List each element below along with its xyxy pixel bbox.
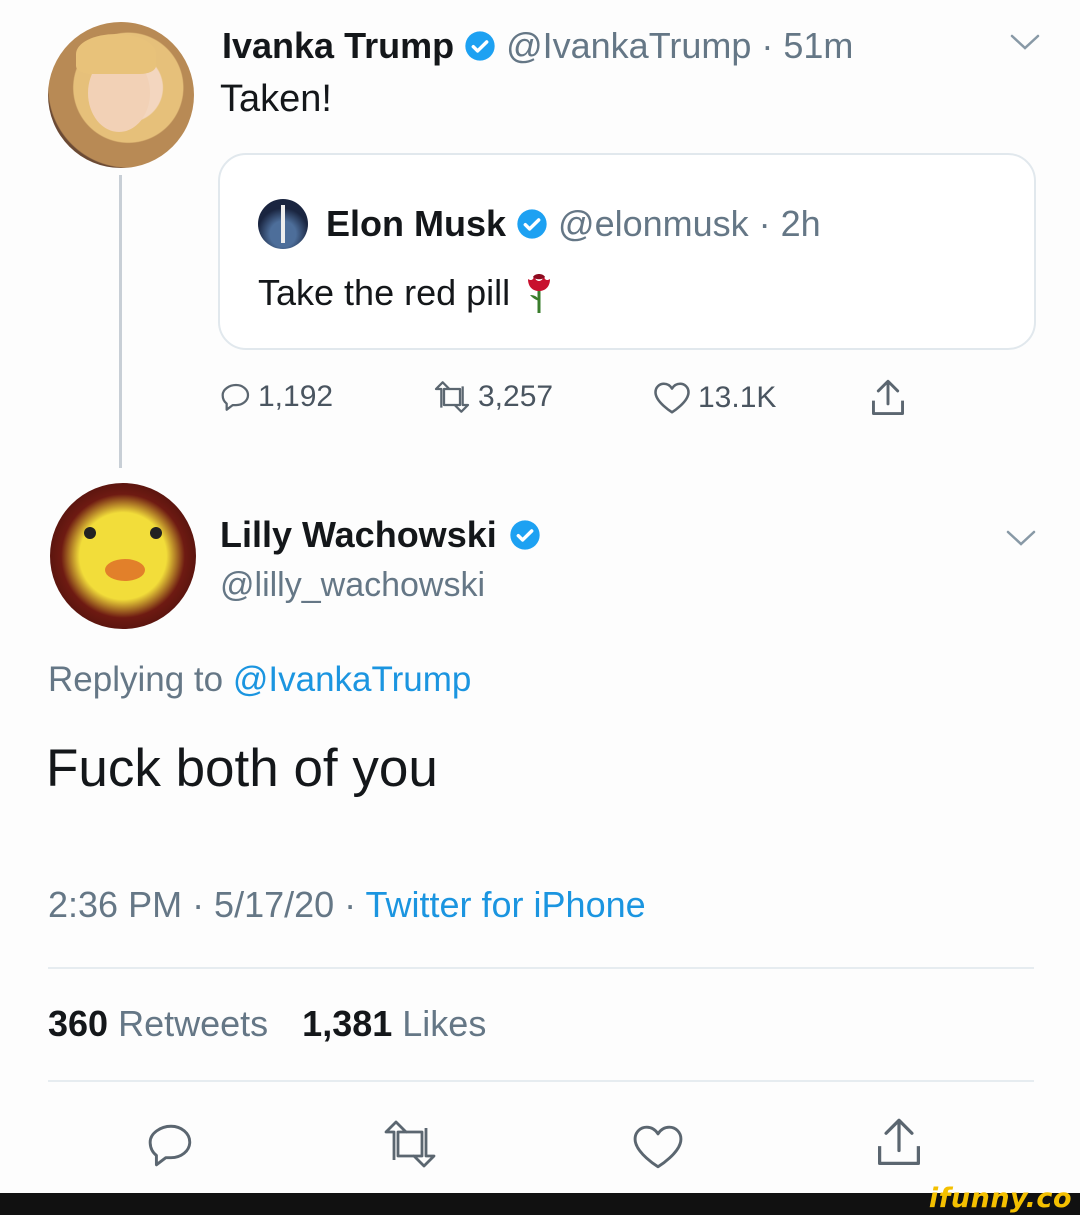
like-count: 13.1K (698, 381, 777, 414)
verified-badge-icon (510, 520, 540, 550)
timestamp[interactable]: 2:36 PM · 5/17/20 · (48, 884, 366, 925)
tweet-text: Taken! (220, 78, 332, 120)
elon-avatar[interactable] (258, 199, 308, 249)
quoted-author-name[interactable]: Elon Musk (326, 203, 506, 245)
reply-count: 1,192 (258, 380, 334, 413)
watermark-bar (0, 1193, 1080, 1215)
replying-to-line: Replying to @IvankaTrump (48, 660, 471, 700)
chevron-down-icon[interactable] (1008, 30, 1042, 54)
reply-text: Fuck both of you (46, 739, 438, 798)
reply-icon (221, 383, 250, 411)
separator-dot: · (761, 25, 774, 66)
retweets-total[interactable]: 360 Retweets (48, 1003, 268, 1045)
quoted-text: Take the red pill (258, 272, 511, 313)
quoted-tweet-card[interactable]: Elon Musk @elonmusk · 2h Take the red pi… (218, 153, 1036, 350)
verified-badge-icon (517, 209, 547, 239)
ivanka-header: Ivanka Trump @IvankaTrump · 51m (222, 22, 853, 70)
ivanka-avatar[interactable] (48, 22, 194, 168)
thread-line (119, 175, 122, 468)
timestamp-line: 2:36 PM · 5/17/20 · Twitter for iPhone (48, 884, 646, 926)
likes-label: Likes (402, 1003, 487, 1044)
retweets-label: Retweets (118, 1003, 269, 1044)
lilly-header: Lilly Wachowski (220, 510, 541, 560)
retweets-count: 360 (48, 1003, 109, 1044)
verified-badge-icon (465, 31, 495, 61)
retweet-icon[interactable] (380, 1120, 440, 1168)
lilly-avatar[interactable] (50, 483, 196, 629)
divider (48, 967, 1034, 969)
heart-icon (654, 382, 690, 414)
reply-icon[interactable] (146, 1120, 196, 1170)
engagement-summary: 360 Retweets 1,381 Likes (48, 1003, 486, 1045)
reply-author-name[interactable]: Lilly Wachowski (220, 514, 497, 556)
ifunny-watermark: ifunny.co (928, 1183, 1072, 1214)
like-stat[interactable]: 13.1K (652, 380, 776, 416)
reply-stat[interactable]: 1,192 (220, 380, 333, 414)
retweet-icon (434, 381, 470, 413)
likes-count: 1,381 (302, 1003, 393, 1044)
author-handle[interactable]: @IvankaTrump (506, 25, 751, 67)
rose-icon (528, 274, 551, 313)
quoted-text-row: Take the red pill (258, 271, 554, 315)
separator-dot: · (758, 203, 771, 244)
retweet-count: 3,257 (478, 380, 554, 413)
quoted-header: Elon Musk @elonmusk · 2h (326, 199, 821, 249)
replying-to-handle[interactable]: @IvankaTrump (233, 660, 471, 699)
share-icon[interactable] (872, 1116, 926, 1172)
share-icon[interactable] (868, 378, 908, 420)
likes-total[interactable]: 1,381 Likes (302, 1003, 486, 1045)
divider (48, 1080, 1034, 1082)
tweet-time[interactable]: 51m (783, 25, 853, 67)
quoted-handle[interactable]: @elonmusk (558, 203, 749, 245)
heart-icon[interactable] (630, 1122, 686, 1172)
author-name[interactable]: Ivanka Trump (222, 25, 454, 67)
replying-to-label: Replying to (48, 660, 224, 699)
quoted-time: 2h (780, 203, 821, 244)
client-link[interactable]: Twitter for iPhone (366, 884, 646, 925)
reply-author-handle[interactable]: @lilly_wachowski (220, 566, 485, 605)
chevron-down-icon[interactable] (1004, 526, 1038, 550)
retweet-stat[interactable]: 3,257 (432, 380, 553, 414)
